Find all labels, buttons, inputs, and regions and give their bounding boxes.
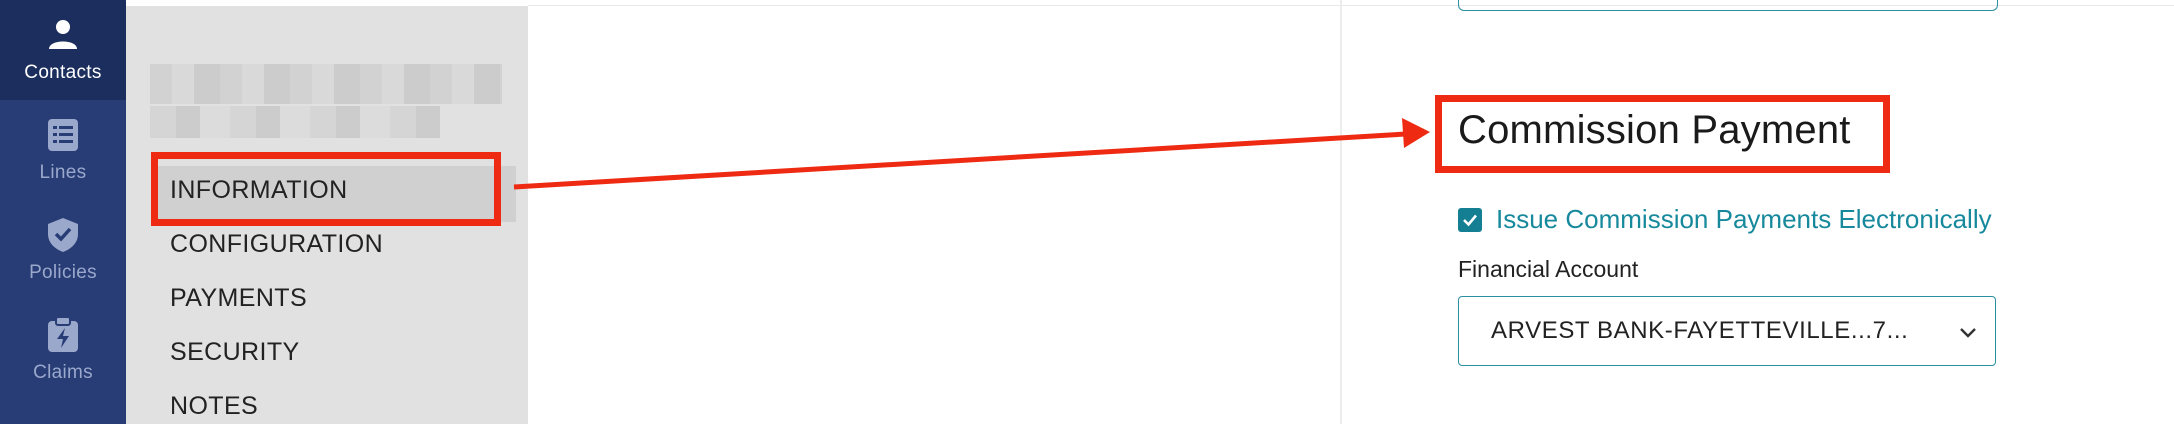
annotation-arrow bbox=[513, 118, 1430, 190]
